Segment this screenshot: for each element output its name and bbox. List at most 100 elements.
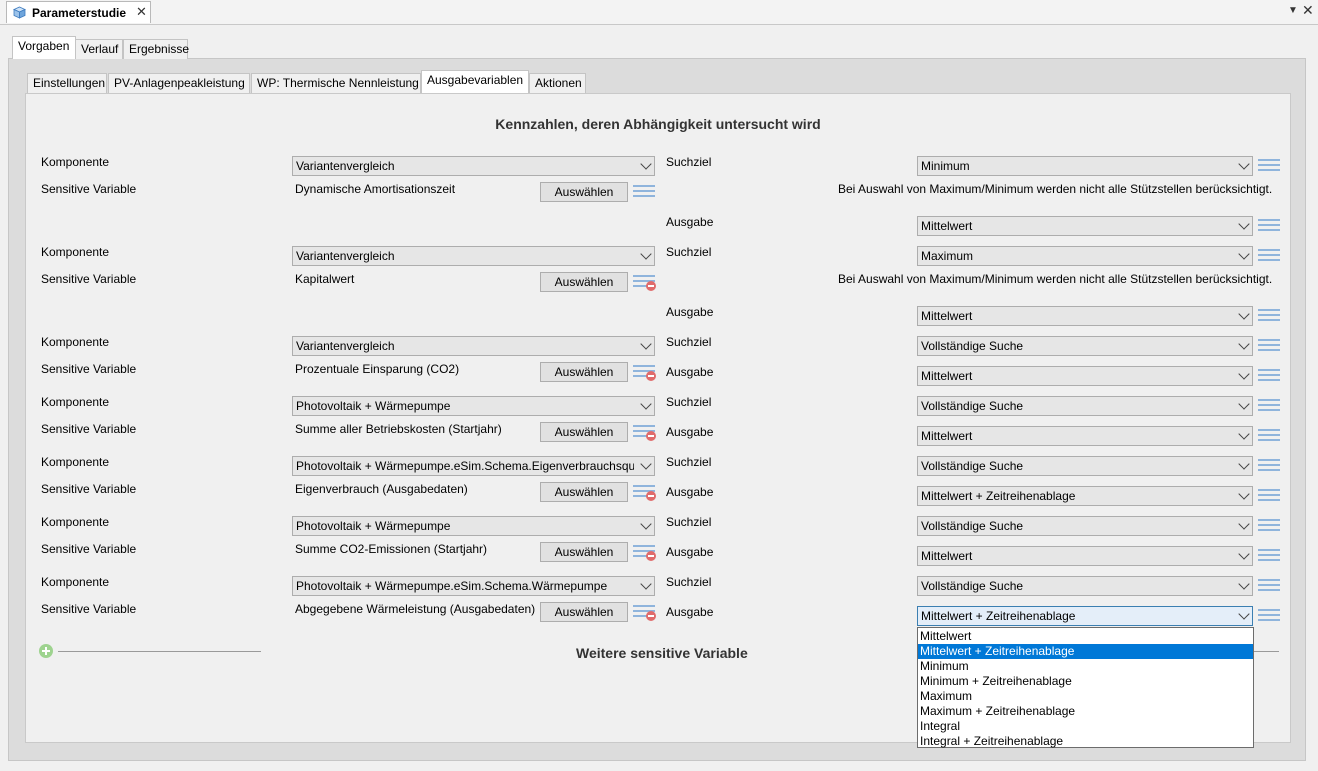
remove-variable-icon[interactable]: [633, 424, 656, 441]
ausgabe-select[interactable]: Mittelwert + Zeitreihenablage: [917, 606, 1253, 626]
close-view-icon[interactable]: ✕: [1302, 2, 1314, 19]
auswaehlen-button[interactable]: Auswählen: [540, 362, 628, 382]
separator-line-right: [1253, 651, 1279, 652]
suchziel-label: Suchziel: [666, 245, 712, 259]
ausgabe-label: Ausgabe: [666, 365, 714, 379]
suchziel-select[interactable]: Vollständige Suche: [917, 456, 1253, 476]
sensitive-variable-value: Prozentuale Einsparung (CO2): [295, 362, 460, 376]
dropdown-option[interactable]: Mittelwert: [918, 629, 1253, 644]
auswaehlen-button[interactable]: Auswählen: [540, 602, 628, 622]
dropdown-option[interactable]: Mittelwert + Zeitreihenablage: [918, 644, 1253, 659]
chevron-down-icon: [640, 248, 652, 260]
komponente-select[interactable]: Variantenvergleich: [292, 336, 655, 356]
ausgabe-list-icon[interactable]: [1258, 548, 1280, 563]
auswaehlen-button[interactable]: Auswählen: [540, 182, 628, 202]
ausgabe-value: Mittelwert: [921, 429, 973, 443]
remove-variable-icon[interactable]: [633, 544, 656, 561]
ausgabe-list-icon[interactable]: [1258, 428, 1280, 443]
suchziel-select[interactable]: Vollständige Suche: [917, 396, 1253, 416]
remove-variable-icon[interactable]: [633, 364, 656, 381]
close-tab-icon[interactable]: ✕: [136, 4, 147, 20]
suchziel-list-icon[interactable]: [1258, 248, 1280, 263]
suchziel-list-icon[interactable]: [1258, 458, 1280, 473]
tab-verlauf[interactable]: Verlauf: [75, 39, 123, 59]
ausgabe-select[interactable]: Mittelwert: [917, 546, 1253, 566]
ausgabe-list-icon[interactable]: [1258, 608, 1280, 623]
suchziel-list-icon[interactable]: [1258, 158, 1280, 173]
ausgabe-list-icon[interactable]: [1258, 368, 1280, 383]
window-titlebar: [0, 0, 1318, 25]
max-min-note: Bei Auswahl von Maximum/Minimum werden n…: [838, 272, 1273, 286]
dropdown-option[interactable]: Integral + Zeitreihenablage: [918, 734, 1253, 749]
komponente-select[interactable]: Photovoltaik + Wärmepumpe: [292, 396, 655, 416]
ausgabe-list-icon[interactable]: [1258, 308, 1280, 323]
suchziel-list-icon[interactable]: [1258, 338, 1280, 353]
remove-variable-icon[interactable]: [633, 484, 656, 501]
chevron-down-icon: [640, 338, 652, 350]
subtab-aktionen[interactable]: Aktionen: [529, 73, 586, 93]
ausgabe-select[interactable]: Mittelwert: [917, 216, 1253, 236]
ausgabe-dropdown-list[interactable]: Mittelwert Mittelwert + Zeitreihenablage M…: [917, 627, 1254, 748]
remove-variable-icon[interactable]: [633, 604, 656, 621]
document-tab-parameterstudie[interactable]: Parameterstudie ✕: [6, 1, 151, 23]
komponente-label: Komponente: [41, 245, 110, 259]
auswaehlen-button[interactable]: Auswählen: [540, 422, 628, 442]
subtab-wp-thermische-nennleistung[interactable]: WP: Thermische Nennleistung: [251, 73, 421, 93]
tab-ergebnisse[interactable]: Ergebnisse: [123, 39, 189, 59]
subtab-einstellungen[interactable]: Einstellungen: [27, 73, 107, 93]
komponente-label: Komponente: [41, 455, 110, 469]
list-icon[interactable]: [633, 184, 655, 199]
dropdown-option[interactable]: Minimum: [918, 659, 1253, 674]
suchziel-select[interactable]: Maximum: [917, 246, 1253, 266]
komponente-select[interactable]: Photovoltaik + Wärmepumpe.eSim.Schema.Ei…: [292, 456, 655, 476]
ausgabe-select[interactable]: Mittelwert + Zeitreihenablage: [917, 486, 1253, 506]
suchziel-value: Vollständige Suche: [921, 399, 1024, 413]
chevron-down-icon: [1238, 518, 1250, 530]
dropdown-option[interactable]: Maximum: [918, 689, 1253, 704]
add-variable-icon[interactable]: [39, 644, 53, 658]
ausgabe-label: Ausgabe: [666, 425, 714, 439]
ausgabe-list-icon[interactable]: [1258, 218, 1280, 233]
ausgabe-select[interactable]: Mittelwert: [917, 426, 1253, 446]
sensitive-variable-value: Summe aller Betriebskosten (Startjahr): [295, 422, 502, 436]
view-menu-icon[interactable]: ▼: [1288, 5, 1298, 16]
ausgabe-list-icon[interactable]: [1258, 488, 1280, 503]
suchziel-select[interactable]: Vollständige Suche: [917, 576, 1253, 596]
chevron-down-icon: [1238, 338, 1250, 350]
separator-line: [58, 651, 261, 652]
dropdown-option[interactable]: Integral: [918, 719, 1253, 734]
suchziel-label: Suchziel: [666, 575, 712, 589]
sensitive-variable-label: Sensitive Variable: [41, 182, 137, 196]
dropdown-option[interactable]: Maximum + Zeitreihenablage: [918, 704, 1253, 719]
komponente-select[interactable]: Photovoltaik + Wärmepumpe: [292, 516, 655, 536]
tab-vorgaben[interactable]: Vorgaben: [12, 36, 76, 59]
section-heading: Kennzahlen, deren Abhängigkeit untersuch…: [495, 116, 821, 132]
auswaehlen-button[interactable]: Auswählen: [540, 542, 628, 562]
subtab-pv-anlagenpeakleistung[interactable]: PV-Anlagenpeakleistung: [108, 73, 250, 93]
subtab-ausgabevariablen[interactable]: Ausgabevariablen: [421, 70, 529, 93]
auswaehlen-button[interactable]: Auswählen: [540, 482, 628, 502]
ausgabe-select[interactable]: Mittelwert: [917, 306, 1253, 326]
suchziel-list-icon[interactable]: [1258, 518, 1280, 533]
ausgabe-label: Ausgabe: [666, 485, 714, 499]
sensitive-variable-value: Eigenverbrauch (Ausgabedaten): [295, 482, 468, 496]
suchziel-label: Suchziel: [666, 335, 712, 349]
suchziel-select[interactable]: Vollständige Suche: [917, 336, 1253, 356]
ausgabe-value: Mittelwert: [921, 219, 973, 233]
sensitive-variable-value: Kapitalwert: [295, 272, 355, 286]
sensitive-variable-value: Abgegebene Wärmeleistung (Ausgabedaten): [295, 602, 536, 616]
remove-variable-icon[interactable]: [633, 274, 656, 291]
ausgabe-value: Mittelwert: [921, 549, 973, 563]
dropdown-option[interactable]: Minimum + Zeitreihenablage: [918, 674, 1253, 689]
chevron-down-icon: [640, 158, 652, 170]
chevron-down-icon: [1238, 158, 1250, 170]
komponente-select[interactable]: Photovoltaik + Wärmepumpe.eSim.Schema.Wä…: [292, 576, 655, 596]
ausgabe-select[interactable]: Mittelwert: [917, 366, 1253, 386]
suchziel-select[interactable]: Vollständige Suche: [917, 516, 1253, 536]
suchziel-list-icon[interactable]: [1258, 398, 1280, 413]
komponente-select[interactable]: Variantenvergleich: [292, 156, 655, 176]
suchziel-list-icon[interactable]: [1258, 578, 1280, 593]
suchziel-select[interactable]: Minimum: [917, 156, 1253, 176]
komponente-select[interactable]: Variantenvergleich: [292, 246, 655, 266]
auswaehlen-button[interactable]: Auswählen: [540, 272, 628, 292]
